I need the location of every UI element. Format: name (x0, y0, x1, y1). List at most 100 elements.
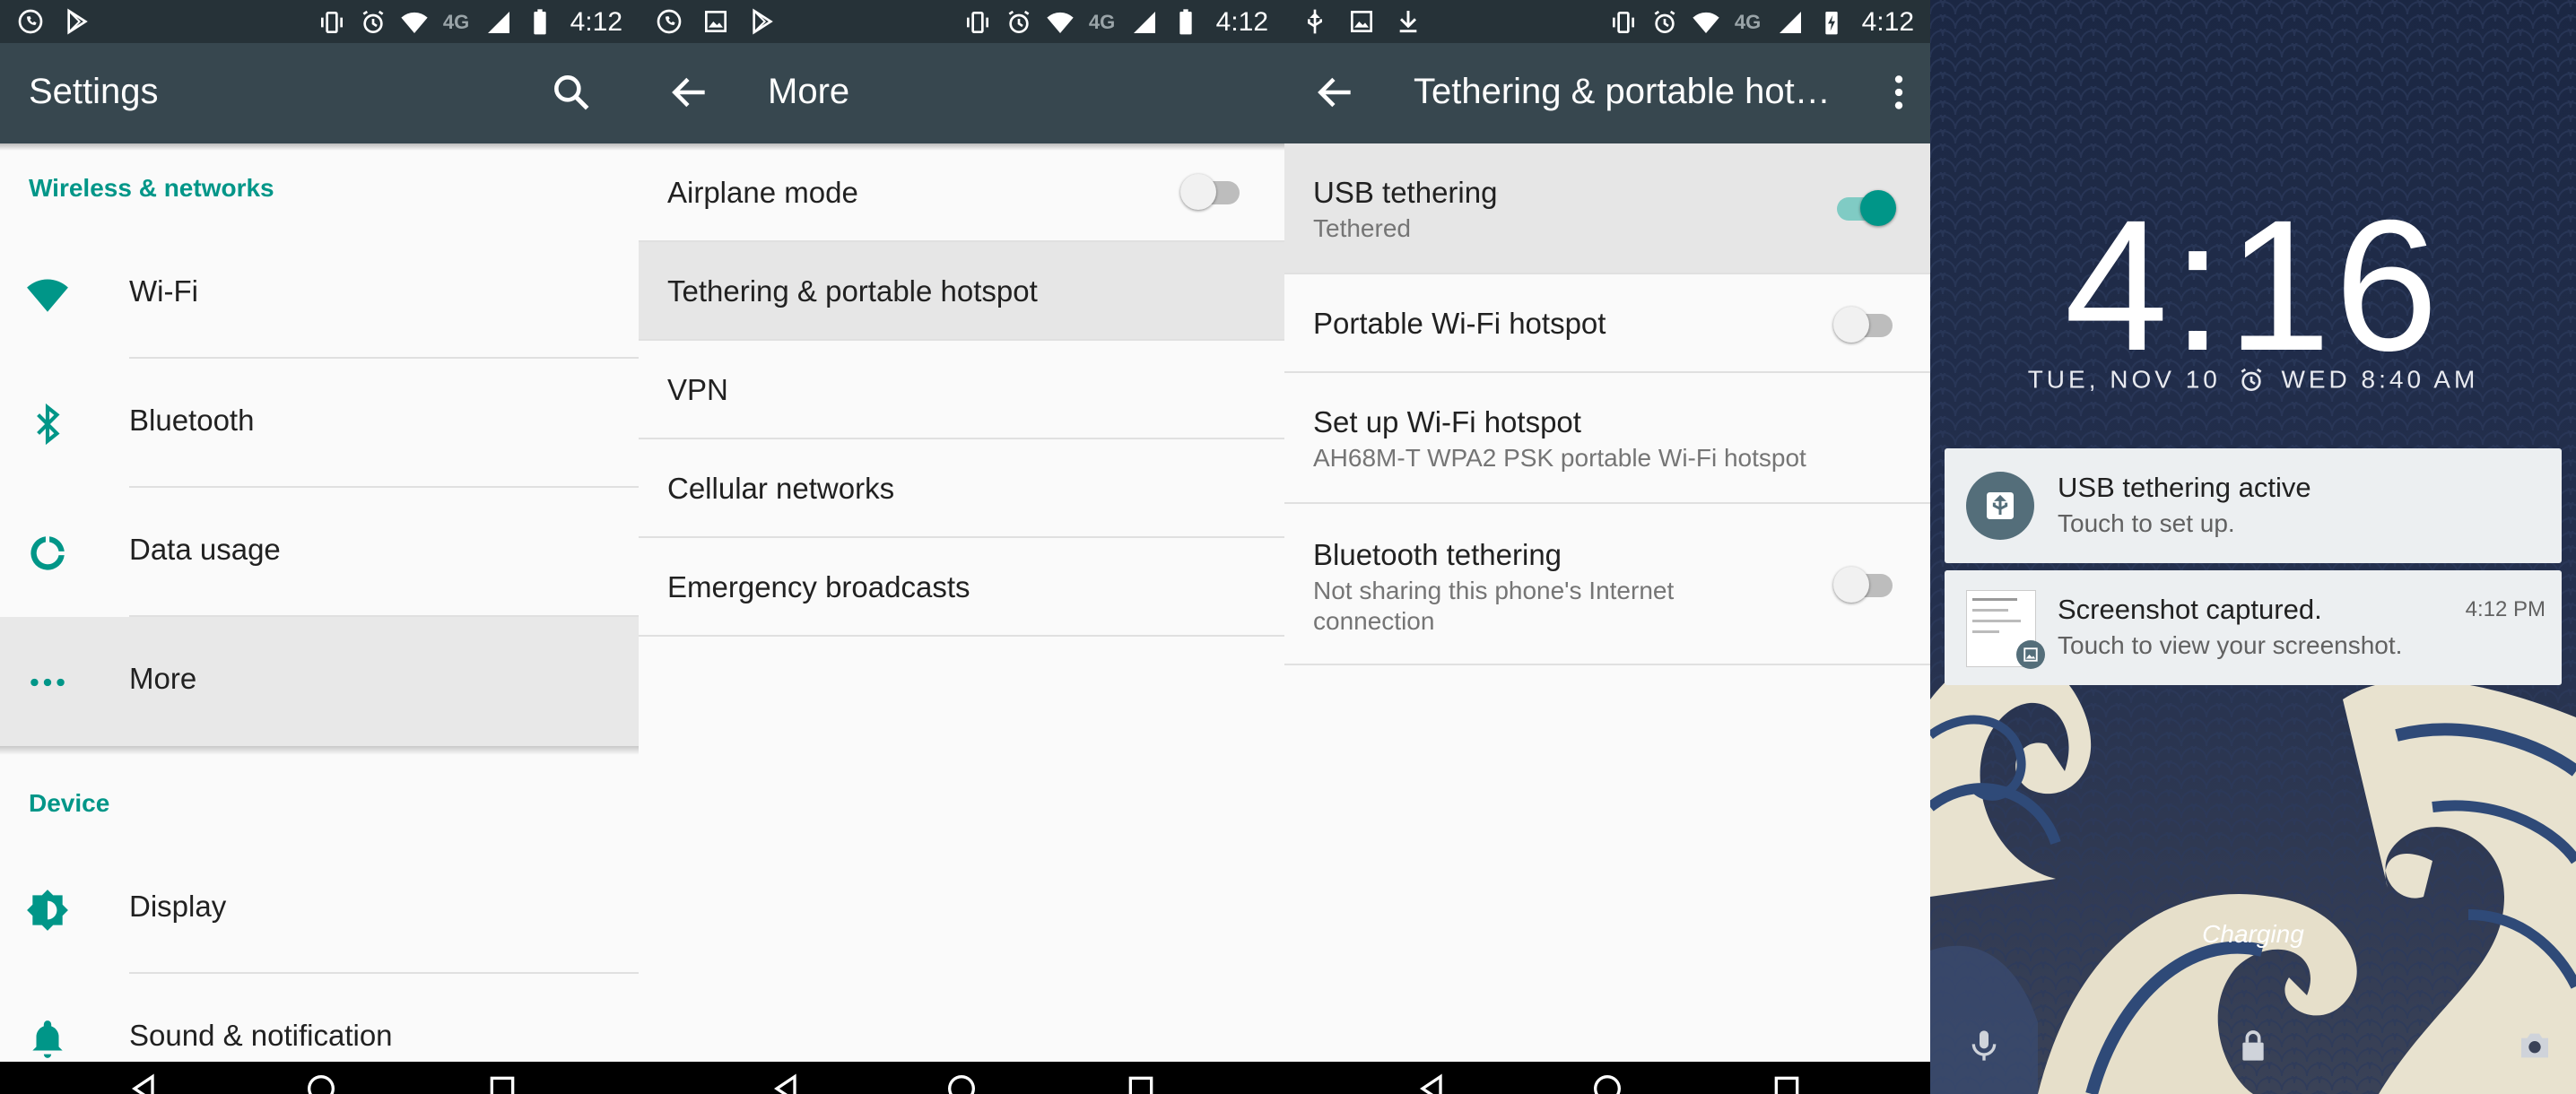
charging-status: Charging (2202, 920, 2304, 948)
more-item-airplane-mode[interactable]: Airplane mode (639, 143, 1284, 242)
settings-item-label: More (129, 662, 197, 695)
more-item-label: Airplane mode (667, 176, 858, 209)
section-header-device: Device (29, 789, 110, 817)
airplane-mode-switch[interactable] (1180, 172, 1245, 212)
home-nav-icon[interactable] (1589, 1071, 1625, 1094)
tether-item-wifi-hotspot[interactable]: Portable Wi-Fi hotspot (1284, 274, 1930, 373)
status-bar: 4G 4:12 (1284, 0, 1930, 43)
bluetooth-icon (37, 403, 60, 446)
lockscreen-date: TUE, NOV 10 (2027, 365, 2221, 394)
alarm-icon (362, 10, 384, 33)
wifi-signal-icon (1692, 12, 1719, 33)
more-item-label: Cellular networks (667, 472, 895, 505)
whatsapp-icon (657, 9, 682, 34)
back-nav-icon[interactable] (768, 1071, 804, 1094)
alarm-icon (2241, 368, 2262, 391)
home-nav-icon[interactable] (303, 1071, 339, 1094)
settings-item-label: Data usage (129, 533, 281, 566)
image-icon (1351, 11, 1372, 32)
back-nav-icon[interactable] (126, 1071, 161, 1094)
more-item-emergency-broadcasts[interactable]: Emergency broadcasts (639, 538, 1284, 637)
lock-screen: 4:16 TUE, NOV 10 WED 8:40 AM USB tetheri… (1930, 0, 2576, 1094)
section-header-wireless: Wireless & networks (29, 174, 274, 202)
vibrate-icon (1612, 12, 1634, 33)
notification-usb-tethering[interactable]: USB tethering active Touch to set up. (1945, 448, 2562, 563)
settings-item-more[interactable]: More (0, 617, 639, 746)
back-arrow-icon[interactable] (667, 70, 712, 115)
download-icon (1399, 11, 1417, 33)
app-bar: More (639, 43, 1284, 143)
lock-icon[interactable] (2235, 1028, 2271, 1064)
page-title: More (768, 72, 850, 111)
cell-signal-icon (1779, 12, 1801, 33)
lockscreen-next-alarm: WED 8:40 AM (2281, 365, 2479, 394)
bluetooth-tethering-switch[interactable] (1833, 565, 1898, 604)
cell-signal-icon (487, 12, 509, 33)
more-item-vpn[interactable]: VPN (639, 341, 1284, 439)
notification-screenshot[interactable]: Screenshot captured. Touch to view your … (1945, 570, 2562, 685)
back-arrow-icon[interactable] (1313, 70, 1358, 115)
tether-item-label: Portable Wi-Fi hotspot (1313, 307, 1606, 340)
tether-item-setup-hotspot[interactable]: Set up Wi-Fi hotspot AH68M-T WPA2 PSK po… (1284, 373, 1930, 504)
notification-text: Touch to view your screenshot. (2058, 631, 2403, 659)
usb-icon (1966, 472, 2034, 540)
home-nav-icon[interactable] (944, 1071, 979, 1094)
alarm-icon (1008, 10, 1030, 33)
tether-item-summary: Tethered (1313, 214, 1411, 242)
play-store-icon (753, 8, 773, 35)
battery-icon (533, 9, 546, 35)
page-title: Settings (29, 72, 159, 111)
lockscreen-clock: 4:16 (2064, 182, 2442, 390)
usb-tethering-switch[interactable] (1833, 188, 1898, 228)
vibrate-icon (966, 12, 988, 33)
tether-item-usb[interactable]: USB tethering Tethered (1284, 143, 1930, 274)
recents-nav-icon[interactable] (1769, 1071, 1805, 1094)
settings-item-display[interactable]: Display (0, 845, 639, 974)
settings-item-data-usage[interactable]: Data usage (0, 488, 639, 617)
settings-item-wifi[interactable]: Wi-Fi (0, 230, 639, 359)
toolbar-shadow (0, 143, 639, 151)
wifi-icon (27, 279, 68, 312)
wifi-hotspot-switch[interactable] (1833, 305, 1898, 344)
microphone-icon[interactable] (1966, 1028, 2002, 1064)
wifi-signal-icon (1046, 12, 1074, 33)
cell-signal-icon (1133, 12, 1155, 33)
settings-item-label: Sound & notification (129, 1019, 393, 1052)
more-item-label: Tethering & portable hotspot (667, 274, 1038, 308)
recents-nav-icon[interactable] (1123, 1071, 1159, 1094)
status-bar: 4G 4:12 (639, 0, 1284, 43)
status-time: 4:12 (1215, 7, 1268, 37)
battery-icon (1179, 9, 1192, 35)
more-item-cellular-networks[interactable]: Cellular networks (639, 439, 1284, 538)
settings-item-label: Bluetooth (129, 404, 255, 437)
tether-item-bluetooth[interactable]: Bluetooth tethering Not sharing this pho… (1284, 504, 1930, 665)
nav-bar (0, 1062, 639, 1094)
tether-item-summary: AH68M-T WPA2 PSK portable Wi-Fi hotspot (1313, 444, 1806, 472)
settings-item-bluetooth[interactable]: Bluetooth (0, 359, 639, 488)
camera-icon[interactable] (2517, 1028, 2553, 1064)
notification-title: USB tethering active (2058, 472, 2311, 503)
settings-item-label: Wi-Fi (129, 274, 198, 308)
settings-screen: 4G 4:12 Settings Wireless & networks Wi-… (0, 0, 639, 1094)
network-type-label: 4G (1734, 11, 1762, 33)
notification-text: Touch to set up. (2058, 509, 2235, 537)
search-icon[interactable] (549, 70, 594, 115)
recents-nav-icon[interactable] (484, 1071, 520, 1094)
settings-item-label: Display (129, 890, 227, 923)
battery-charging-icon (1824, 12, 1838, 35)
notification-title: Screenshot captured. (2058, 594, 2322, 625)
alarm-icon (1654, 10, 1675, 33)
network-type-label: 4G (1088, 11, 1116, 33)
app-bar: Settings (0, 43, 639, 143)
vibrate-icon (320, 12, 343, 33)
more-icon (30, 678, 65, 687)
display-icon (27, 890, 68, 931)
status-time: 4:12 (570, 7, 622, 37)
status-bar: 4G 4:12 (0, 0, 639, 43)
overflow-menu-icon[interactable] (1876, 70, 1921, 115)
more-item-tethering[interactable]: Tethering & portable hotspot (639, 242, 1284, 341)
network-type-label: 4G (442, 11, 470, 33)
back-nav-icon[interactable] (1414, 1071, 1449, 1094)
play-store-icon (67, 8, 88, 35)
more-screen: 4G 4:12 More Airplane mode Tethering & p… (639, 0, 1284, 1094)
